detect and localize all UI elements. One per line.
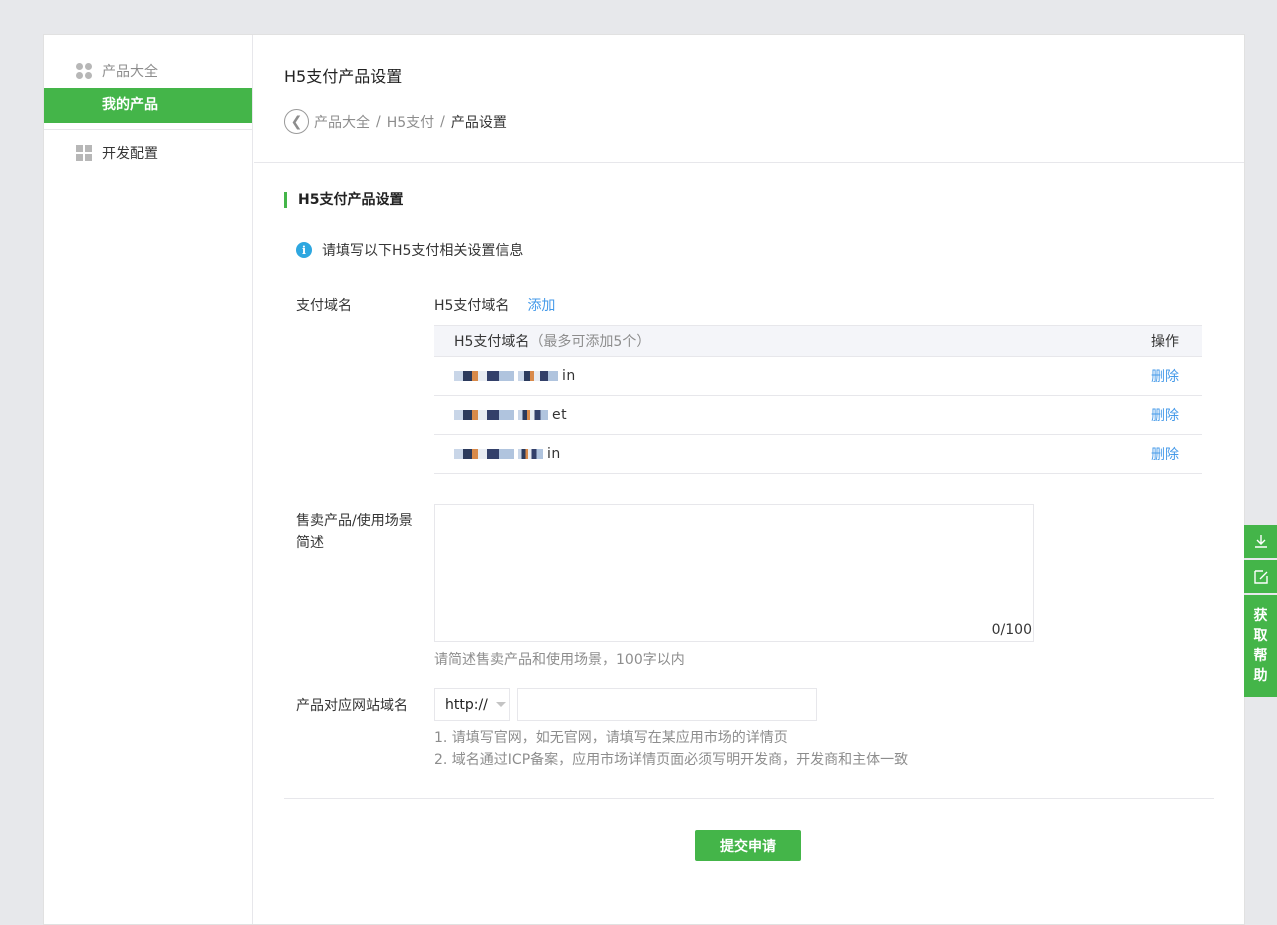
help-char: 取: [1253, 628, 1268, 644]
delete-link[interactable]: 删除: [1151, 366, 1179, 386]
edit-icon: [1253, 569, 1268, 584]
table-header-label: H5支付域名: [454, 334, 530, 350]
back-button[interactable]: ❮: [284, 109, 309, 134]
sidebar-group-dev-config[interactable]: 开发配置: [44, 141, 252, 165]
table-header-action: 操作: [1151, 334, 1179, 350]
domain-table: H5支付域名（最多可添加5个） 操作 in 删除 et 删除 in 删除: [434, 325, 1202, 474]
help-char: 帮: [1253, 648, 1268, 664]
redacted-mosaic: [518, 371, 558, 381]
help-char: 助: [1253, 668, 1268, 684]
chevron-left-icon: ❮: [290, 113, 303, 130]
domain-tail: et: [552, 407, 568, 423]
breadcrumb-separator: /: [376, 113, 381, 130]
table-header-domain: H5支付域名（最多可添加5个）: [454, 331, 650, 351]
website-domain-input[interactable]: [517, 688, 817, 721]
website-tip: 1. 请填写官网，如无官网，请填写在某应用市场的详情页: [434, 730, 788, 746]
table-header-hint: （最多可添加5个）: [529, 334, 651, 350]
caret-down-icon: [495, 702, 506, 707]
domain-label: 支付域名: [296, 298, 352, 314]
domain-cell: et: [454, 407, 567, 423]
website-tip: 2. 域名通过ICP备案，应用市场详情页面必须写明开发商，开发商和主体一致: [434, 752, 909, 768]
redacted-mosaic: [454, 410, 514, 420]
domain-cell: in: [454, 368, 576, 384]
domain-head-label: H5支付域名: [434, 298, 510, 314]
page-frame: 产品大全 我的产品 开发配置 H5支付产品设置 ❮ 产品大全 / H5支付 /: [43, 34, 1245, 925]
download-button[interactable]: [1244, 525, 1277, 558]
notice-text: 请填写以下H5支付相关设置信息: [322, 243, 524, 259]
redacted-mosaic: [518, 410, 548, 420]
edit-button[interactable]: [1244, 560, 1277, 593]
scene-label-line: 简述: [296, 535, 324, 551]
footer-divider: [284, 798, 1214, 799]
scene-textarea[interactable]: 0/100: [434, 504, 1034, 642]
table-row: in 删除: [434, 357, 1202, 396]
domain-tail: in: [562, 368, 576, 384]
breadcrumb-separator: /: [440, 113, 445, 130]
table-header: H5支付域名（最多可添加5个） 操作: [434, 325, 1202, 357]
page-title: H5支付产品设置: [284, 67, 403, 86]
table-row: et 删除: [434, 396, 1202, 435]
info-icon: i: [296, 242, 312, 258]
section-title: H5支付产品设置: [284, 192, 403, 208]
table-row: in 删除: [434, 435, 1202, 474]
breadcrumb: ❮ 产品大全 / H5支付 / 产品设置: [284, 109, 507, 134]
sidebar-group-products[interactable]: 产品大全: [44, 59, 252, 83]
scene-help: 请简述售卖产品和使用场景，100字以内: [434, 652, 685, 668]
breadcrumb-item[interactable]: 产品大全: [314, 112, 370, 132]
scene-label: 售卖产品/使用场景 简述: [296, 510, 413, 554]
sidebar-item-my-products[interactable]: 我的产品: [44, 88, 252, 123]
download-icon: [1254, 534, 1267, 548]
notice: i 请填写以下H5支付相关设置信息: [296, 240, 523, 260]
protocol-value: http://: [445, 696, 488, 713]
header-divider: [254, 162, 1244, 163]
delete-link[interactable]: 删除: [1151, 444, 1179, 464]
sidebar-group-label: 产品大全: [102, 64, 158, 80]
redacted-mosaic: [454, 449, 514, 459]
help-char: 获: [1253, 608, 1268, 624]
redacted-mosaic: [518, 449, 543, 459]
char-counter: 0/100: [991, 622, 1032, 638]
breadcrumb-item[interactable]: H5支付: [387, 112, 434, 132]
delete-link[interactable]: 删除: [1151, 405, 1179, 425]
sidebar: 产品大全 我的产品 开发配置: [44, 35, 253, 924]
domain-tail: in: [547, 446, 561, 462]
sidebar-group-label: 开发配置: [102, 146, 158, 162]
grid-icon: [76, 145, 92, 161]
domain-cell: in: [454, 446, 561, 462]
main-panel: H5支付产品设置 ❮ 产品大全 / H5支付 / 产品设置 H5支付产品设置 i…: [254, 35, 1244, 924]
protocol-select[interactable]: http://: [434, 688, 510, 721]
dots-icon: [76, 63, 92, 79]
redacted-mosaic: [454, 371, 514, 381]
get-help-button[interactable]: 获 取 帮 助: [1244, 595, 1277, 697]
add-domain-link[interactable]: 添加: [527, 295, 555, 315]
breadcrumb-current: 产品设置: [450, 114, 507, 131]
domain-head: H5支付域名 添加: [434, 295, 555, 315]
float-toolbar: 获 取 帮 助: [1244, 525, 1277, 697]
scene-label-line: 售卖产品/使用场景: [296, 513, 413, 529]
submit-button[interactable]: 提交申请: [695, 830, 801, 861]
website-label: 产品对应网站域名: [296, 698, 408, 714]
